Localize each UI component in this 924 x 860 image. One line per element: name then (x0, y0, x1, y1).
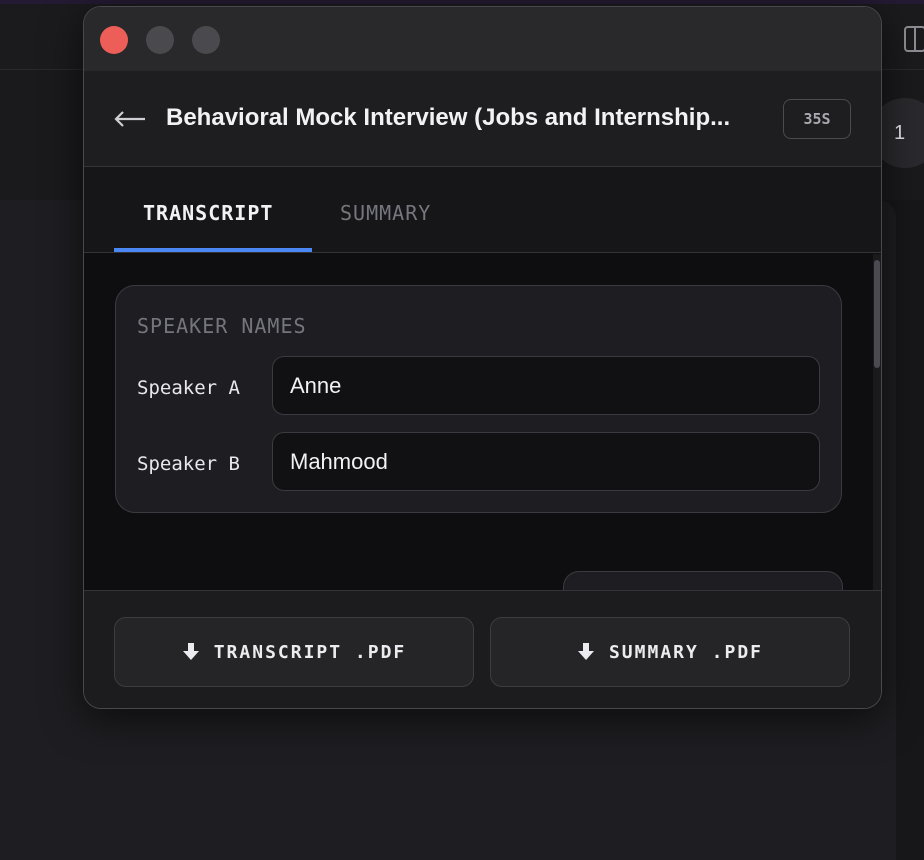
speaker-names-card: SPEAKER NAMES Speaker A Speaker B (115, 285, 842, 513)
window-minimize-button[interactable] (146, 26, 174, 54)
page-title: Behavioral Mock Interview (Jobs and Inte… (166, 104, 731, 131)
content-scrollbar[interactable] (873, 254, 881, 590)
speaker-names-heading: SPEAKER NAMES (137, 314, 307, 338)
download-transcript-label: TRANSCRIPT .PDF (213, 641, 407, 663)
window-close-button[interactable] (100, 26, 128, 54)
window-titlebar[interactable] (84, 7, 881, 71)
badge-count: 1 (894, 121, 906, 144)
download-arrow-icon (577, 643, 594, 660)
speaker-b-name-input[interactable] (272, 432, 820, 491)
transcript-content: SPEAKER NAMES Speaker A Speaker B (84, 254, 881, 590)
speaker-a-label: Speaker A (137, 377, 240, 399)
download-arrow-icon (182, 643, 199, 660)
active-tab-indicator (114, 248, 312, 252)
sidebar-toggle-icon[interactable] (904, 26, 924, 52)
tab-transcript[interactable]: TRANSCRIPT (143, 201, 273, 225)
window-maximize-button[interactable] (192, 26, 220, 54)
download-footer: TRANSCRIPT .PDF SUMMARY .PDF (84, 590, 881, 708)
speaker-b-label: Speaker B (137, 453, 240, 475)
transcript-window: Behavioral Mock Interview (Jobs and Inte… (83, 6, 882, 709)
download-summary-pdf-button[interactable]: SUMMARY .PDF (490, 617, 850, 687)
duration-badge: 35S (783, 99, 851, 139)
arrow-left-icon[interactable] (112, 101, 148, 137)
download-summary-label: SUMMARY .PDF (608, 641, 764, 663)
transcript-message-card (563, 571, 843, 590)
tab-bar: TRANSCRIPT SUMMARY (84, 167, 881, 253)
scrollbar-thumb[interactable] (874, 260, 880, 368)
tab-summary[interactable]: SUMMARY (340, 201, 431, 225)
download-transcript-pdf-button[interactable]: TRANSCRIPT .PDF (114, 617, 474, 687)
speaker-a-name-input[interactable] (272, 356, 820, 415)
window-header: Behavioral Mock Interview (Jobs and Inte… (84, 71, 881, 167)
